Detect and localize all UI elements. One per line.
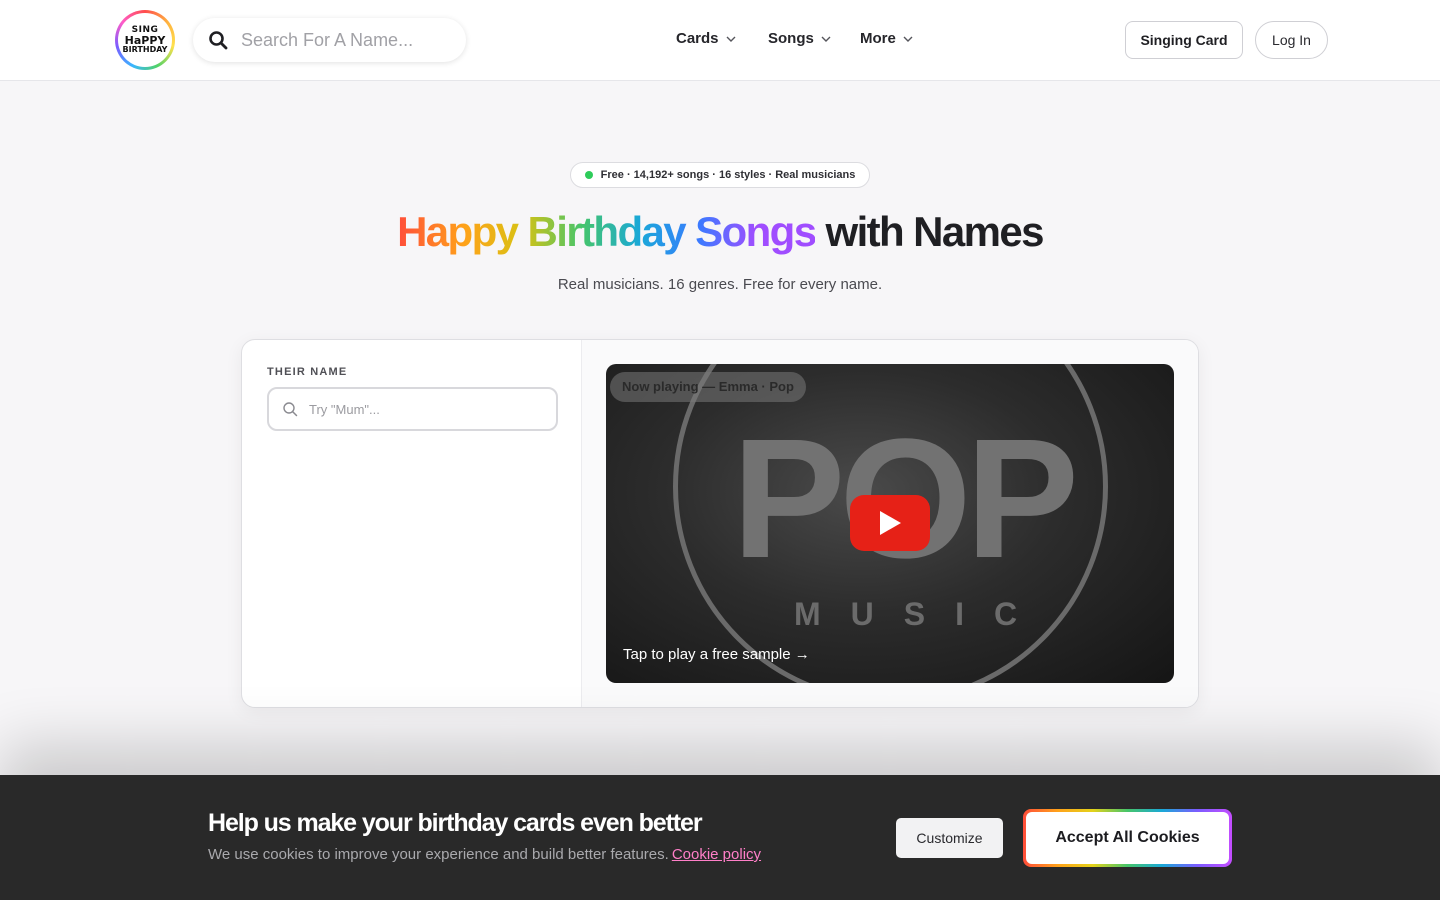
singing-card-button[interactable]: Singing Card <box>1125 21 1243 59</box>
name-input[interactable] <box>309 398 544 420</box>
nav-songs-label: Songs <box>768 30 814 47</box>
cookie-policy-link[interactable]: Cookie policy <box>672 846 761 863</box>
hero-badge: Free · 14,192+ songs · 16 styles · Real … <box>570 162 870 188</box>
customize-button[interactable]: Customize <box>896 818 1003 858</box>
status-dot <box>584 171 593 179</box>
tap-to-play-text[interactable]: Tap to play a free sample → <box>623 646 810 663</box>
name-panel: THEIR NAME <box>242 340 582 707</box>
cookie-title: Help us make your birthday cards even be… <box>208 809 703 837</box>
cookie-text: We use cookies to improve your experienc… <box>208 846 669 863</box>
logo-line-3: BIRTHDAY <box>122 45 168 54</box>
accept-cookies-frame: Accept All Cookies <box>1023 809 1232 867</box>
nav-cards-label: Cards <box>676 30 719 47</box>
play-button[interactable] <box>850 495 930 551</box>
hero-badge-text: Free · 14,192+ songs · 16 styles · Real … <box>600 169 856 181</box>
accept-cookies-button[interactable]: Accept All Cookies <box>1026 812 1229 864</box>
name-label: THEIR NAME <box>267 366 348 378</box>
video-panel: POP MUSIC Now playing — Emma · Pop Tap t… <box>582 340 1198 707</box>
chevron-down-icon <box>821 36 831 42</box>
page-title-rest: with Names <box>815 208 1045 255</box>
site-logo[interactable]: SING HaPPY BIRTHDAY <box>115 10 175 70</box>
page-title: Happy Birthday Songs with Names <box>0 205 1440 259</box>
nav-more-label: More <box>860 30 896 47</box>
search-icon <box>283 402 298 417</box>
nav-songs[interactable]: Songs <box>768 30 832 47</box>
cookie-description: We use cookies to improve your experienc… <box>208 846 761 863</box>
page-subtitle: Real musicians. 16 genres. Free for ever… <box>557 276 883 293</box>
play-icon <box>880 511 901 535</box>
name-field[interactable] <box>267 387 558 431</box>
chevron-down-icon <box>903 36 913 42</box>
search-icon <box>209 31 228 50</box>
song-finder-card: THEIR NAME POP MUSIC Now playing — Emma … <box>241 339 1199 708</box>
search-input[interactable] <box>241 28 451 52</box>
logo-badge: SING HaPPY BIRTHDAY <box>118 13 172 67</box>
page-title-colored: Happy Birthday Songs <box>397 208 817 255</box>
header-search[interactable] <box>193 18 466 62</box>
nav-cards[interactable]: Cards <box>676 30 737 47</box>
cookie-banner: Help us make your birthday cards even be… <box>0 775 1440 900</box>
login-button[interactable]: Log In <box>1255 21 1328 59</box>
chevron-down-icon <box>726 36 736 42</box>
video-logo-sub: MUSIC <box>794 596 1048 632</box>
now-playing-badge: Now playing — Emma · Pop <box>610 372 806 402</box>
site-header: SING HaPPY BIRTHDAY Cards Songs More Sin… <box>0 0 1440 81</box>
nav-more[interactable]: More <box>860 30 914 47</box>
video-player[interactable]: POP MUSIC Now playing — Emma · Pop Tap t… <box>606 364 1174 683</box>
